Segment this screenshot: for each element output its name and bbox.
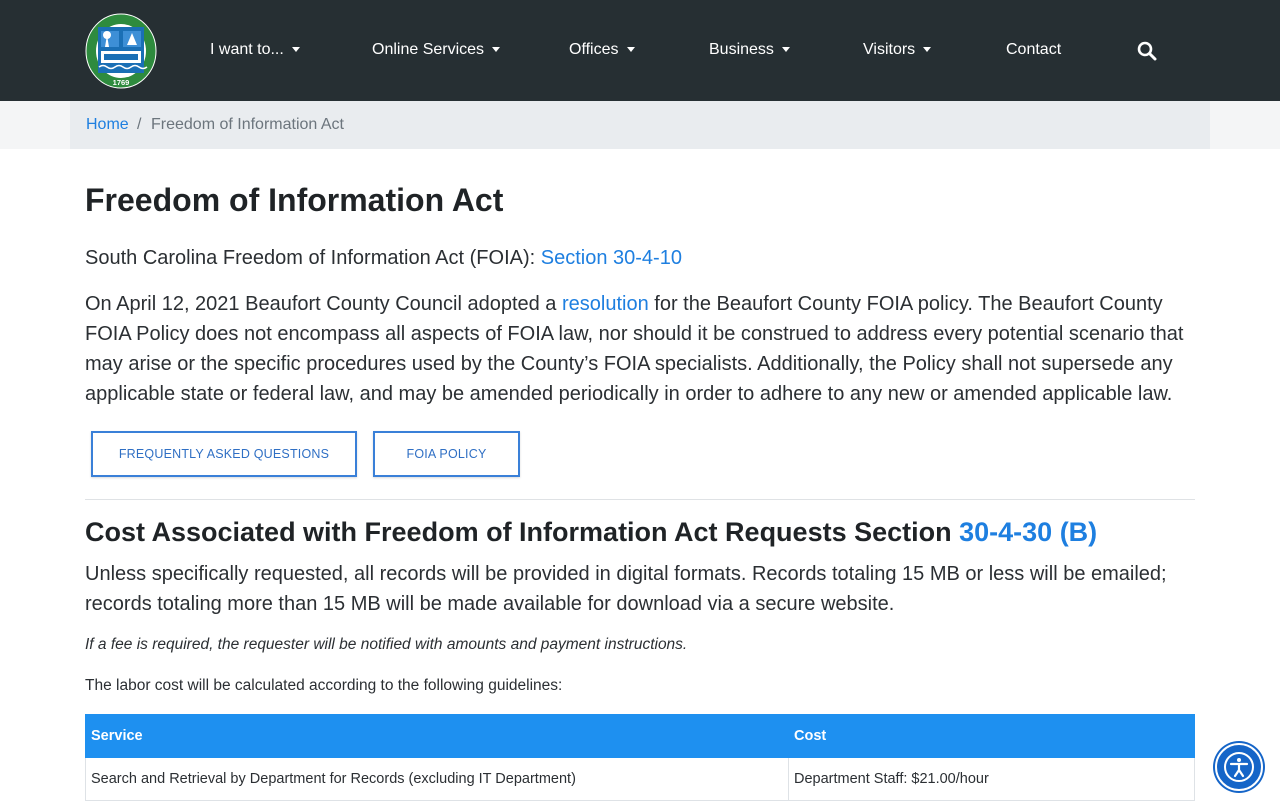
cost-heading-text: Cost Associated with Freedom of Informat… xyxy=(85,517,960,547)
cost-paragraph: Unless specifically requested, all recor… xyxy=(85,563,1167,615)
cost-section-heading: Cost Associated with Freedom of Informat… xyxy=(85,515,1097,549)
intro-paragraph: On April 12, 2021 Beaufort County Counci… xyxy=(85,289,1200,409)
intro-text-before: On April 12, 2021 Beaufort County Counci… xyxy=(85,293,562,315)
foia-statute-text: South Carolina Freedom of Information Ac… xyxy=(85,247,541,269)
nav-label: Online Services xyxy=(372,41,485,58)
caret-down-icon xyxy=(626,47,635,52)
nav-i-want-to[interactable]: I want to... xyxy=(210,38,300,62)
nav-business[interactable]: Business xyxy=(709,38,790,62)
county-seal-logo[interactable]: 1769 xyxy=(85,13,157,89)
nav-label: Contact xyxy=(1006,41,1062,58)
caret-down-icon xyxy=(492,47,501,52)
labor-note: The labor cost will be calculated accord… xyxy=(85,677,563,694)
breadcrumb-current: Freedom of Information Act xyxy=(151,116,344,133)
site-header xyxy=(0,0,1280,101)
table-header-row: Service Cost xyxy=(85,714,1195,758)
nav-label: Visitors xyxy=(863,41,916,58)
logo-year-text: 1769 xyxy=(113,78,130,87)
faq-button[interactable]: FREQUENTLY ASKED QUESTIONS xyxy=(91,431,357,477)
nav-visitors[interactable]: Visitors xyxy=(863,38,932,62)
table-cell-service: Search and Retrieval by Department for R… xyxy=(85,757,789,801)
accessibility-icon[interactable] xyxy=(1215,743,1263,791)
table-cell-cost: Department Staff: $21.00/hour xyxy=(788,757,1195,801)
page-title: Freedom of Information Act xyxy=(85,182,504,218)
search-icon[interactable] xyxy=(1136,40,1158,62)
table-row: Search and Retrieval by Department for R… xyxy=(85,757,1195,801)
nav-online-services[interactable]: Online Services xyxy=(372,38,501,62)
section-divider xyxy=(85,499,1195,500)
nav-label: Business xyxy=(709,41,774,58)
table-header-service: Service xyxy=(85,714,789,758)
nav-contact[interactable]: Contact xyxy=(1006,38,1061,62)
table-header-cost: Cost xyxy=(788,714,1195,758)
caret-down-icon xyxy=(923,47,932,52)
caret-down-icon xyxy=(781,47,790,52)
cost-table: Service Cost Search and Retrieval by Dep… xyxy=(85,714,1195,801)
breadcrumb-home-link[interactable]: Home xyxy=(86,114,129,136)
foia-statute-line: South Carolina Freedom of Information Ac… xyxy=(85,245,682,271)
caret-down-icon xyxy=(291,47,300,52)
nav-label: I want to... xyxy=(210,41,284,58)
fee-note: If a fee is required, the requester will… xyxy=(85,636,688,653)
nav-label: Offices xyxy=(569,41,619,58)
section-30-4-30-link[interactable]: 30-4-30 (B) xyxy=(959,517,1097,547)
resolution-link[interactable]: resolution xyxy=(562,293,649,315)
section-30-4-10-link[interactable]: Section 30-4-10 xyxy=(541,247,682,269)
foia-policy-button[interactable]: FOIA POLICY xyxy=(373,431,520,477)
nav-offices[interactable]: Offices xyxy=(569,38,635,62)
breadcrumb-separator: / xyxy=(137,116,142,133)
